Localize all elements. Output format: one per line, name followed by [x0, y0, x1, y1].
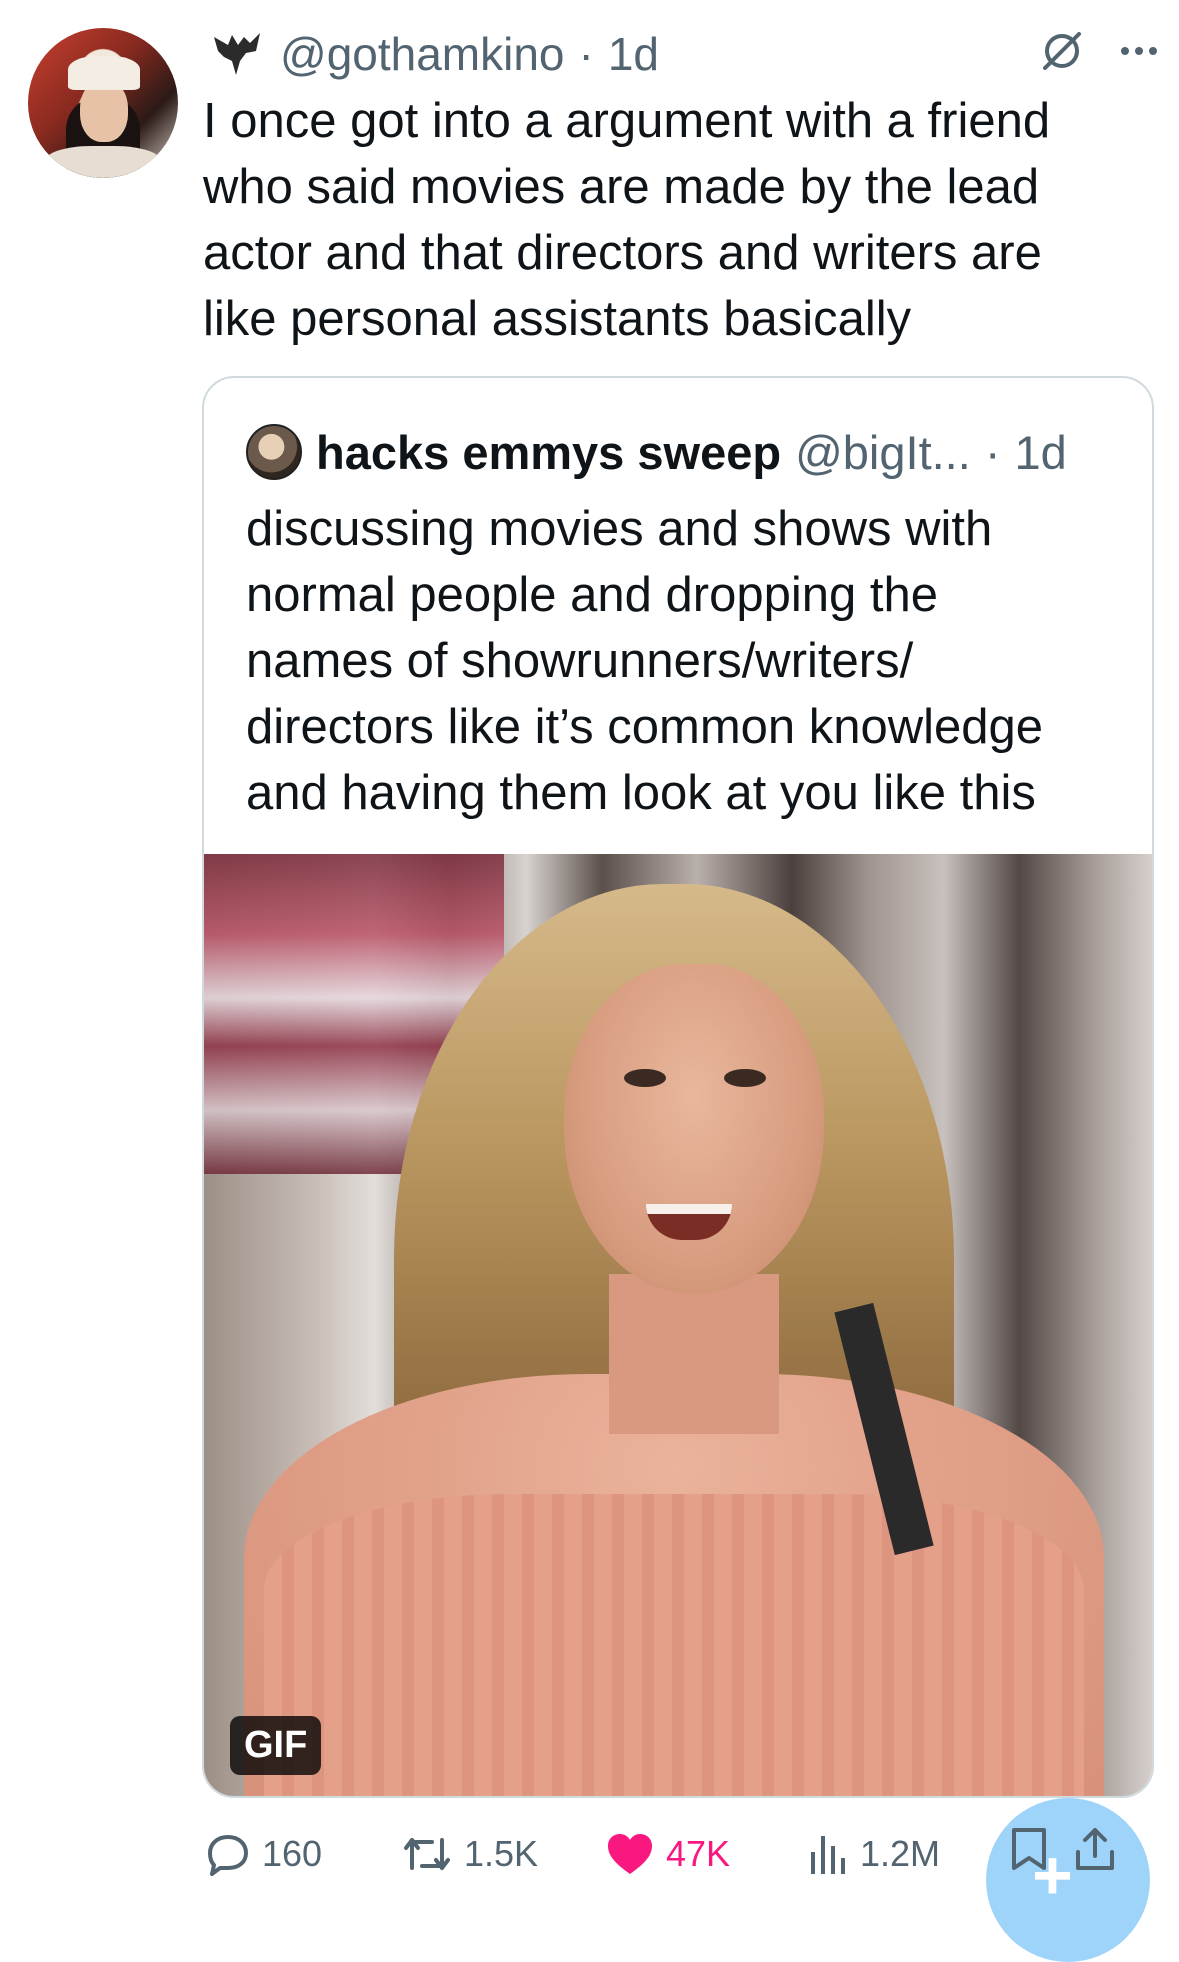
quote-tweet-card[interactable]: hacks emmys sweep @bigIt... · 1d discuss…	[202, 376, 1154, 1798]
repost-icon	[404, 1838, 450, 1870]
more-icon[interactable]	[1119, 45, 1159, 57]
like-count: 47K	[666, 1833, 731, 1874]
share-icon[interactable]	[1074, 1826, 1116, 1872]
reply-icon	[208, 1835, 248, 1876]
quote-avatar[interactable]	[246, 424, 302, 480]
reply-count: 160	[262, 1833, 323, 1874]
like-icon	[608, 1834, 652, 1874]
quote-separator: ·	[984, 425, 1001, 479]
tweet-time[interactable]: 1d	[608, 27, 659, 81]
bookmark-share-group	[1010, 1826, 1116, 1872]
views-icon	[811, 1836, 845, 1874]
gif-badge: GIF	[230, 1716, 322, 1775]
avatar-coat	[44, 146, 162, 178]
grok-icon[interactable]	[1039, 28, 1085, 74]
bookmark-icon[interactable]	[1010, 1826, 1048, 1872]
header-separator: ·	[578, 28, 594, 80]
compose-fab[interactable]: +	[986, 1798, 1150, 1962]
bat-icon	[214, 33, 260, 75]
quote-author-handle[interactable]: @bigIt...	[795, 425, 971, 480]
author-avatar[interactable]	[28, 28, 178, 178]
media-top	[264, 1494, 1084, 1796]
reply-button[interactable]: 160	[206, 1826, 322, 1882]
repost-count: 1.5K	[464, 1833, 539, 1874]
quote-text: discussing movies and shows with normal …	[246, 502, 1044, 820]
tweet-text: I once got into a argument with a friend…	[203, 94, 1051, 346]
quote-header: hacks emmys sweep @bigIt... · 1d	[246, 422, 1067, 482]
views-count: 1.2M	[860, 1833, 941, 1874]
tweet-top-icons	[1039, 28, 1159, 74]
quote-media-gif[interactable]: GIF	[204, 854, 1152, 1796]
views-button[interactable]: 1.2M	[808, 1826, 940, 1882]
repost-button[interactable]: 1.5K	[402, 1826, 538, 1882]
tweet-header: @gothamkino · 1d	[210, 26, 659, 82]
quote-author-name[interactable]: hacks emmys sweep	[316, 425, 781, 480]
media-eye-left	[624, 1069, 666, 1087]
like-button[interactable]: 47K	[606, 1826, 730, 1882]
media-eye-right	[724, 1069, 766, 1087]
media-neck	[609, 1274, 779, 1434]
author-handle[interactable]: @gothamkino	[280, 27, 565, 81]
quote-time[interactable]: 1d	[1014, 425, 1066, 480]
avatar-hat	[68, 56, 140, 90]
media-face	[564, 964, 824, 1294]
